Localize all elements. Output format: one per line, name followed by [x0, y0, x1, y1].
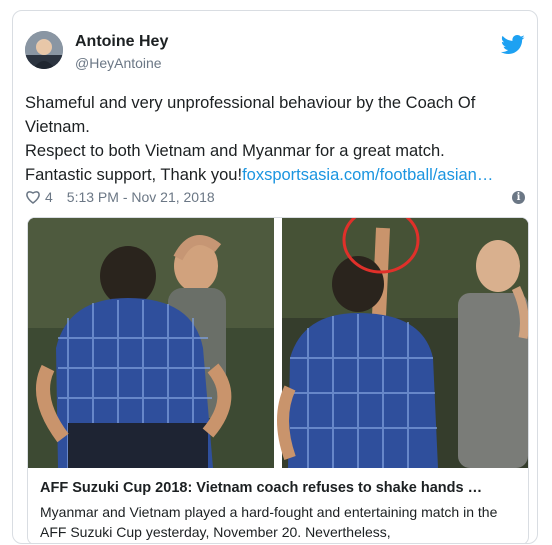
tweet-text-line-3: Fantastic support, Thank you!foxsportsas… [25, 163, 529, 187]
tweet-text-thanks: Fantastic support, Thank you! [25, 166, 243, 184]
like-count[interactable]: 4 [45, 189, 53, 205]
tweet-text-line-2: Respect to both Vietnam and Myanmar for … [25, 142, 445, 160]
link-card-title[interactable]: AFF Suzuki Cup 2018: Vietnam coach refus… [40, 480, 520, 496]
tweet-text-line-1: Shameful and very unprofessional behavio… [25, 94, 476, 136]
info-icon[interactable]: i [512, 191, 525, 204]
twitter-bird-icon[interactable] [500, 35, 525, 55]
author-handle[interactable]: @HeyAntoine [75, 55, 162, 71]
heart-icon[interactable] [25, 189, 41, 205]
article-photo [28, 218, 528, 468]
link-card-description: Myanmar and Vietnam played a hard-fought… [40, 504, 498, 540]
tweet-card: Antoine Hey @HeyAntoine Shameful and ver… [12, 10, 538, 544]
tweet-meta: 4 5:13 PM - Nov 21, 2018 [25, 189, 215, 205]
author-avatar[interactable] [25, 31, 63, 69]
tweet-timestamp[interactable]: 5:13 PM - Nov 21, 2018 [67, 189, 215, 205]
article-link[interactable]: foxsportsasia.com/football/asian… [242, 166, 493, 184]
link-preview-card[interactable]: AFF Suzuki Cup 2018: Vietnam coach refus… [27, 217, 529, 543]
tweet-text: Shameful and very unprofessional behavio… [25, 91, 529, 187]
author-name[interactable]: Antoine Hey [75, 33, 168, 51]
